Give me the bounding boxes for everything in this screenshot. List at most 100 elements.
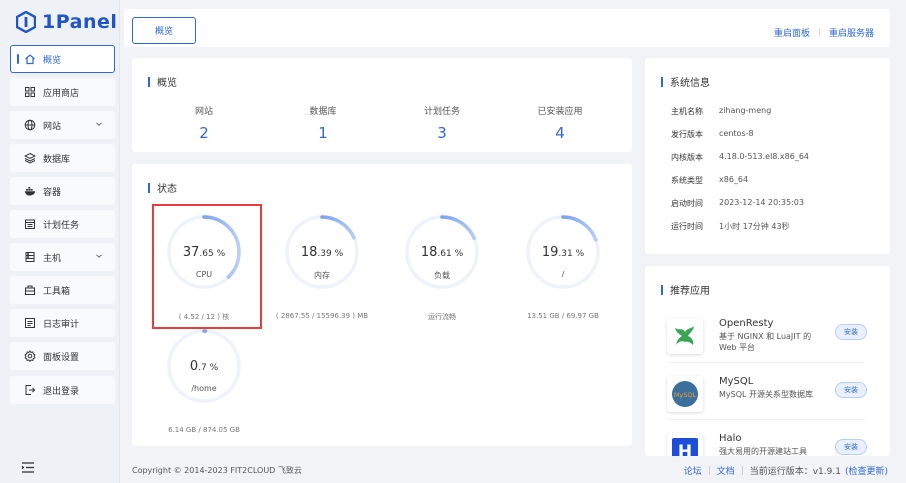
gauge-disk-home[interactable]: 0.7 % /home 6.14 GB / 874.05 GB [144,326,264,436]
title-bar [148,76,150,87]
divider [667,419,865,420]
restart-panel-link[interactable]: 重启面板 [774,26,810,39]
sidebar-item-logs[interactable]: 日志审计 [10,309,115,337]
logout-icon [24,384,36,396]
app-mysql[interactable]: MySQL MySQL MySQL 开源关系型数据库 安装 [667,372,867,424]
stat-websites[interactable]: 网站 2 [149,104,259,142]
sidebar-item-settings[interactable]: 面板设置 [10,342,115,370]
top-bar: 概览 重启面板 重启服务器 [124,9,890,47]
overview-title: 概览 [157,78,177,89]
gauge-disk-root[interactable]: 19.31 % / 13.51 GB / 69.97 GB [503,212,623,322]
sysinfo-title: 系统信息 [670,78,710,89]
recommend-title: 推荐应用 [670,286,710,297]
sysinfo-row-uptime: 运行时间 1小时 17分钟 43秒 [671,222,790,231]
restart-server-link[interactable]: 重启服务器 [829,26,874,39]
stat-value[interactable]: 3 [387,124,497,142]
sidebar-item-label: 面板设置 [43,352,80,363]
footer: Copyright © 2014-2023 FIT2CLOUD 飞致云 论坛 文… [120,457,906,483]
stat-value[interactable]: 1 [268,124,378,142]
gauge-value: 18.61 % [420,245,464,260]
app-name: Halo [719,433,742,444]
stat-label: 已安装应用 [537,107,583,117]
sidebar-item-logout[interactable]: 退出登录 [10,376,115,404]
card-title: 概览 [148,74,177,89]
divider [741,466,743,475]
title-bar [661,284,663,295]
forum-link[interactable]: 论坛 [684,464,702,477]
gauge-memory[interactable]: 18.39 % 内存 ( 2867.55 / 15596.39 ) MB [262,212,382,322]
gauge-label: 负载 [434,271,450,280]
footer-links: 论坛 文档 当前运行版本：v1.9.1 (检查更新) [684,464,888,477]
cpu-highlight-box [152,204,262,329]
sidebar-item-host[interactable]: 主机 [10,243,115,271]
mysql-logo-icon: MySQL [667,376,703,412]
sidebar-item-containers[interactable]: 容器 [10,177,115,205]
panel-logo-icon [15,10,37,34]
docker-icon [24,185,36,197]
check-update-link[interactable]: (检查更新) [845,464,888,477]
stat-label: 网站 [194,107,213,117]
overview-card: 概览 网站 2 数据库 1 计划任务 3 已安装应用 4 [132,58,632,152]
sidebar-item-label: 退出登录 [43,386,80,397]
log-icon [24,317,36,329]
sysinfo-row-hostname: 主机名称 zihang-meng [671,106,772,116]
sidebar-item-label: 数据库 [43,154,71,165]
sidebar-item-app-store[interactable]: 应用商店 [10,78,115,106]
gauge-value: 19.31 % [541,245,585,260]
stat-label: 计划任务 [423,107,460,117]
install-button[interactable]: 安装 [835,382,867,398]
brand-logo[interactable]: 1Panel [15,9,118,35]
app-desc: 基于 NGINX 和 LuaJIT 的 Web 平台 [719,332,812,352]
gauge-detail: 6.14 GB / 874.05 GB [168,426,240,434]
stat-value[interactable]: 4 [505,124,615,142]
stat-cronjobs[interactable]: 计划任务 3 [387,104,497,142]
app-halo[interactable]: H Halo 强大易用的开源建站工具 安装 [667,429,867,456]
gauge-value: 18.39 % [300,245,344,260]
active-indicator [17,54,19,64]
sidebar-item-label: 容器 [43,187,62,198]
gauge-detail: 13.51 GB / 69.97 GB [527,312,599,320]
stat-installed-apps[interactable]: 已安装应用 4 [505,104,615,142]
sysinfo-row-arch: 系统类型 x86_64 [671,175,749,185]
title-bar [661,76,663,87]
sidebar-item-toolbox[interactable]: 工具箱 [10,276,115,304]
stat-databases[interactable]: 数据库 1 [268,104,378,142]
app-desc: MySQL 开源关系型数据库 [719,390,814,399]
sidebar-item-websites[interactable]: 网站 [10,111,115,139]
globe-icon [24,119,36,131]
system-info-card: 系统信息 主机名称 zihang-meng 发行版本 centos-8 内核版本 4.… [645,58,890,254]
sidebar-item-label: 日志审计 [43,319,80,330]
svg-text:MySQL: MySQL [674,391,697,399]
sidebar-item-label: 主机 [43,253,62,264]
sidebar-item-label: 计划任务 [43,220,80,231]
sidebar-item-label: 概览 [43,55,62,66]
gauge-label: / [561,270,565,279]
gauge-load[interactable]: 18.61 % 负载 运行流畅 [382,212,502,322]
sidebar-item-overview[interactable]: 概览 [10,45,115,73]
status-title: 状态 [157,184,177,195]
sidebar-item-cronjobs[interactable]: 计划任务 [10,210,115,238]
stat-value[interactable]: 2 [149,124,259,142]
install-button[interactable]: 安装 [835,324,867,340]
install-button[interactable]: 安装 [835,439,867,455]
svg-text:H: H [678,442,692,456]
app-desc: 强大易用的开源建站工具 [719,447,807,456]
sidebar-item-label: 网站 [43,121,62,132]
app-openresty[interactable]: OpenResty 基于 NGINX 和 LuaJIT 的 Web 平台 安装 [667,314,867,366]
tab-overview[interactable]: 概览 [132,17,196,44]
sysinfo-row-boot-time: 启动时间 2023-12-14 20:35:03 [671,198,804,208]
version-label: 当前运行版本：v1.9.1 [749,467,841,477]
divider [708,466,710,475]
brand-name: 1Panel [42,11,118,33]
sysinfo-row-kernel: 内核版本 4.18.0-513.el8.x86_64 [671,152,810,162]
gauge-value: 0.7 % [189,359,219,374]
sidebar: 1Panel 概览 应用商店 网站 数据库 容器 计划任务 主机 工具箱 日志审… [0,0,120,483]
collapse-menu-icon[interactable] [22,462,34,476]
sidebar-item-database[interactable]: 数据库 [10,144,115,172]
card-title: 推荐应用 [661,282,710,297]
docs-link[interactable]: 文档 [717,464,735,477]
schedule-icon [24,218,36,230]
halo-logo-icon: H [667,433,703,456]
top-actions: 重启面板 重启服务器 [774,26,874,39]
gauge-detail: ( 2867.55 / 15596.39 ) MB [275,312,369,320]
